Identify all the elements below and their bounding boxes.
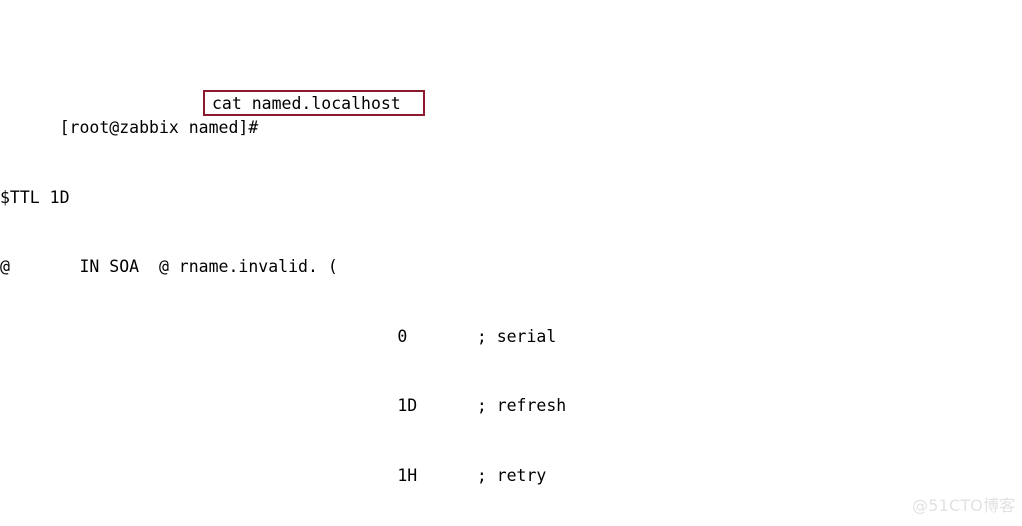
shell-prompt-1: [root@zabbix named]#	[59, 118, 259, 138]
output-line-soa-header-1: @ IN SOA @ rname.invalid. (	[0, 257, 338, 277]
output-line-refresh-1: 1D ; refresh	[0, 396, 567, 416]
output-line-serial-1: 0 ; serial	[0, 326, 557, 346]
site-watermark: @51CTO博客	[912, 496, 1016, 515]
terminal-screen: [root@zabbix named]# cat named.localhost…	[0, 0, 1022, 526]
output-line-retry-1: 1H ; retry	[0, 465, 547, 485]
output-line-ttl-1: $TTL 1D	[0, 187, 70, 207]
terminal-output[interactable]: [root@zabbix named]# cat named.localhost…	[0, 0, 1022, 526]
prompt-line-1: [root@zabbix named]# cat named.localhost	[0, 90, 1022, 137]
highlighted-command-1[interactable]: cat named.localhost	[203, 90, 425, 117]
